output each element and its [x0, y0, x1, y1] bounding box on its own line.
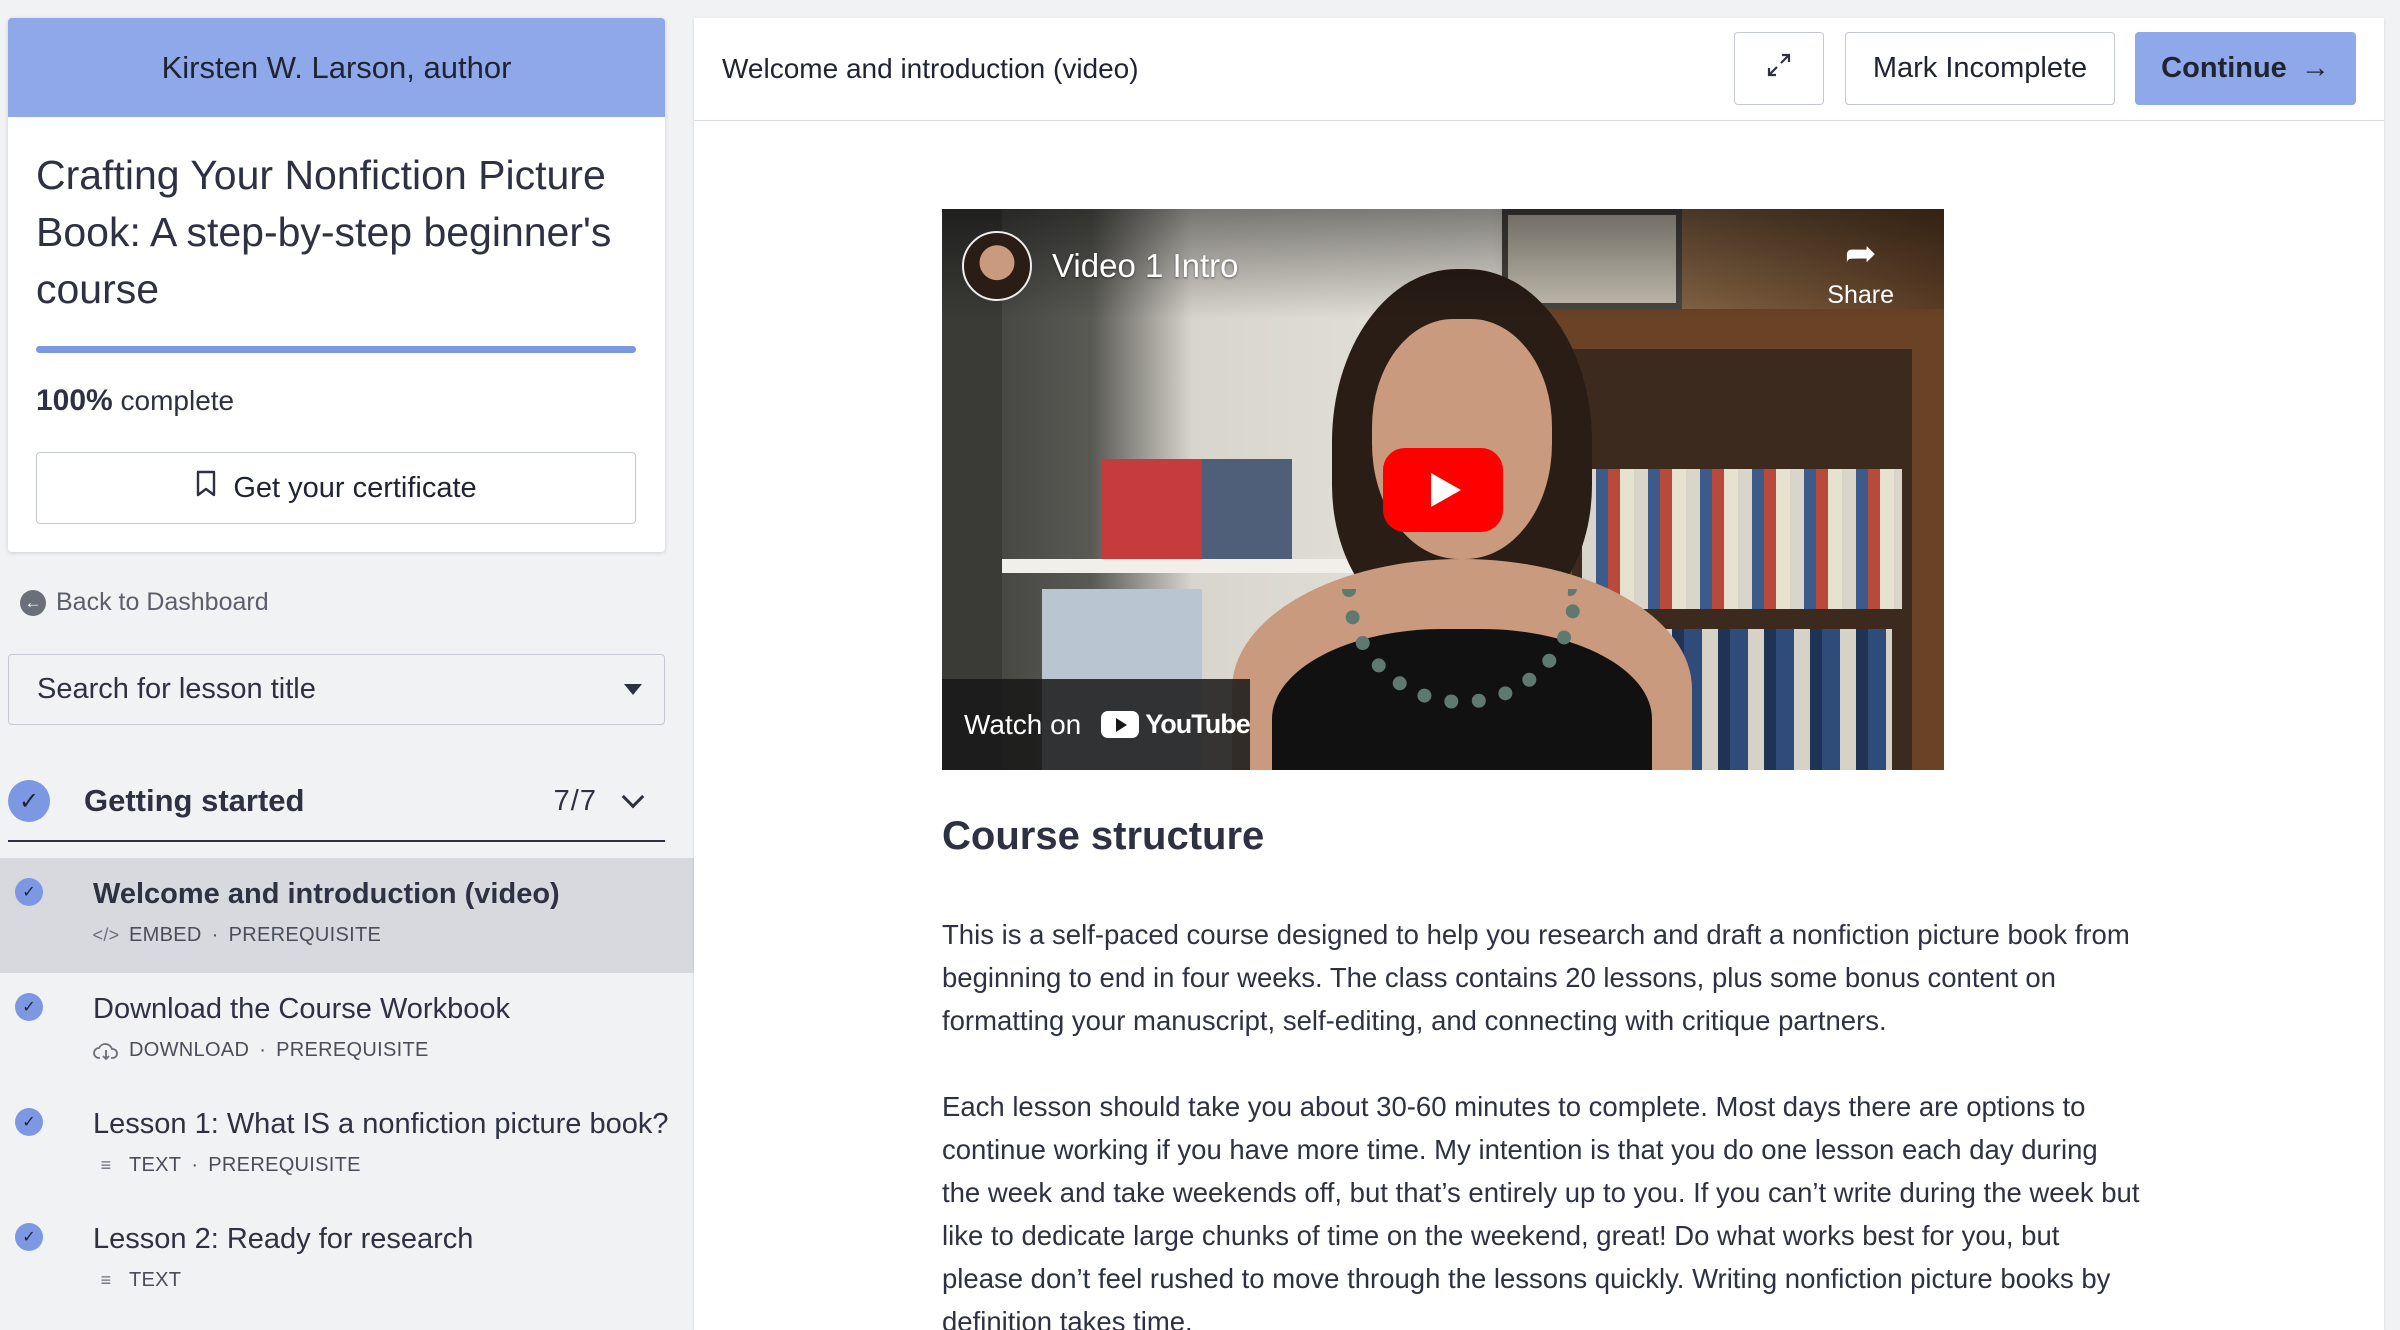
- share-arrow-icon: ➦: [1844, 233, 1877, 275]
- article-heading: Course structure: [942, 814, 1265, 858]
- search-placeholder: Search for lesson title: [37, 673, 316, 705]
- expand-icon: [1764, 50, 1794, 87]
- back-label: Back to Dashboard: [56, 588, 269, 616]
- youtube-play-icon: [1101, 711, 1140, 738]
- text-lines-icon: ≡: [100, 1270, 112, 1290]
- check-circle-icon: ✓: [15, 993, 43, 1021]
- lesson-content: Welcome and introduction (video) Mark In…: [694, 18, 2384, 1330]
- section-count: 7/7: [553, 784, 597, 817]
- meta-separator: ·: [259, 1039, 267, 1061]
- youtube-logo: YouTube: [1101, 709, 1251, 740]
- check-circle-icon: ✓: [8, 780, 50, 822]
- chevron-down-icon[interactable]: [621, 785, 645, 809]
- share-label: Share: [1827, 281, 1894, 309]
- video-title[interactable]: Video 1 Intro: [1052, 247, 1239, 285]
- bookmark-icon: [195, 470, 217, 506]
- progress-bar: [36, 346, 636, 353]
- article-paragraph: This is a self-paced course designed to …: [942, 919, 2130, 1036]
- lesson-type: DOWNLOAD: [129, 1039, 250, 1061]
- code-icon: </>: [92, 925, 120, 945]
- lesson-item-welcome[interactable]: ✓ Welcome and introduction (video) </> E…: [0, 858, 694, 973]
- author-banner[interactable]: Kirsten W. Larson, author: [8, 18, 665, 117]
- course-title: Crafting Your Nonfiction Picture Book: A…: [36, 152, 612, 312]
- lesson-tag: PREREQUISITE: [276, 1039, 429, 1061]
- text-lines-icon: ≡: [100, 1155, 112, 1175]
- caret-down-icon: [624, 684, 642, 695]
- progress-value: 100%: [36, 384, 113, 417]
- section-header-getting-started[interactable]: ✓ Getting started 7/7: [8, 762, 665, 842]
- lesson-heading: Welcome and introduction (video): [722, 53, 1139, 84]
- share-button[interactable]: ➦ Share: [1827, 235, 1894, 310]
- continue-label: Continue: [2161, 52, 2287, 84]
- progress-text: 100% complete: [36, 384, 234, 418]
- youtube-video-embed[interactable]: Video 1 Intro ➦ Share Watch on YouTube: [942, 209, 1944, 770]
- check-circle-icon: ✓: [15, 1108, 43, 1136]
- certificate-label: Get your certificate: [233, 471, 477, 504]
- lesson-meta: DOWNLOAD · PREREQUISITE: [93, 1039, 429, 1062]
- lesson-title: Welcome and introduction (video): [93, 878, 560, 910]
- article-paragraph: Each lesson should take you about 30-60 …: [942, 1091, 2140, 1330]
- meta-separator: ·: [191, 1154, 199, 1176]
- lesson-topbar: Welcome and introduction (video) Mark In…: [694, 18, 2384, 121]
- cloud-download-icon: [93, 1041, 119, 1061]
- back-to-dashboard-link[interactable]: ← Back to Dashboard: [20, 588, 269, 617]
- lesson-title: Lesson 1: What IS a nonfiction picture b…: [93, 1108, 669, 1140]
- course-card: Kirsten W. Larson, author Crafting Your …: [8, 18, 665, 552]
- expand-button[interactable]: [1734, 32, 1824, 105]
- lesson-meta: ≡ TEXT · PREREQUISITE: [93, 1154, 361, 1177]
- watch-on-youtube-button[interactable]: Watch on YouTube: [942, 679, 1251, 770]
- lesson-tag: PREREQUISITE: [208, 1154, 361, 1176]
- lesson-meta: </> EMBED · PREREQUISITE: [93, 924, 381, 947]
- lesson-tag: PREREQUISITE: [228, 924, 382, 946]
- progress-fill: [36, 346, 636, 353]
- lesson-type: EMBED: [129, 924, 202, 946]
- channel-avatar[interactable]: [962, 231, 1032, 301]
- lesson-item-download-workbook[interactable]: ✓ Download the Course Workbook DOWNLOAD …: [0, 973, 694, 1088]
- lesson-meta: ≡ TEXT: [93, 1269, 181, 1292]
- play-button[interactable]: [1383, 448, 1503, 532]
- mark-incomplete-button[interactable]: Mark Incomplete: [1845, 32, 2115, 105]
- get-certificate-button[interactable]: Get your certificate: [36, 452, 636, 524]
- meta-separator: ·: [211, 924, 219, 946]
- arrow-right-icon: →: [2300, 52, 2330, 84]
- lesson-search-select[interactable]: Search for lesson title: [8, 654, 665, 725]
- lesson-type: TEXT: [129, 1154, 182, 1176]
- progress-suffix: complete: [120, 385, 235, 416]
- course-sidebar: Kirsten W. Larson, author Crafting Your …: [0, 0, 694, 1330]
- check-circle-icon: ✓: [15, 878, 43, 906]
- play-icon: [1431, 473, 1461, 507]
- watch-on-label: Watch on: [964, 708, 1082, 740]
- continue-button[interactable]: Continue →: [2135, 32, 2356, 105]
- lesson-type: TEXT: [129, 1269, 182, 1291]
- arrow-left-circle-icon: ←: [20, 589, 46, 616]
- lesson-title: Download the Course Workbook: [93, 993, 510, 1025]
- lesson-item-lesson-2[interactable]: ✓ Lesson 2: Ready for research ≡ TEXT: [0, 1203, 694, 1318]
- lesson-title: Lesson 2: Ready for research: [93, 1223, 474, 1255]
- check-circle-icon: ✓: [15, 1223, 43, 1251]
- lesson-list: ✓ Welcome and introduction (video) </> E…: [0, 858, 694, 1318]
- youtube-wordmark: YouTube: [1145, 709, 1250, 739]
- section-title: Getting started: [84, 783, 305, 818]
- lesson-item-lesson-1[interactable]: ✓ Lesson 1: What IS a nonfiction picture…: [0, 1088, 694, 1203]
